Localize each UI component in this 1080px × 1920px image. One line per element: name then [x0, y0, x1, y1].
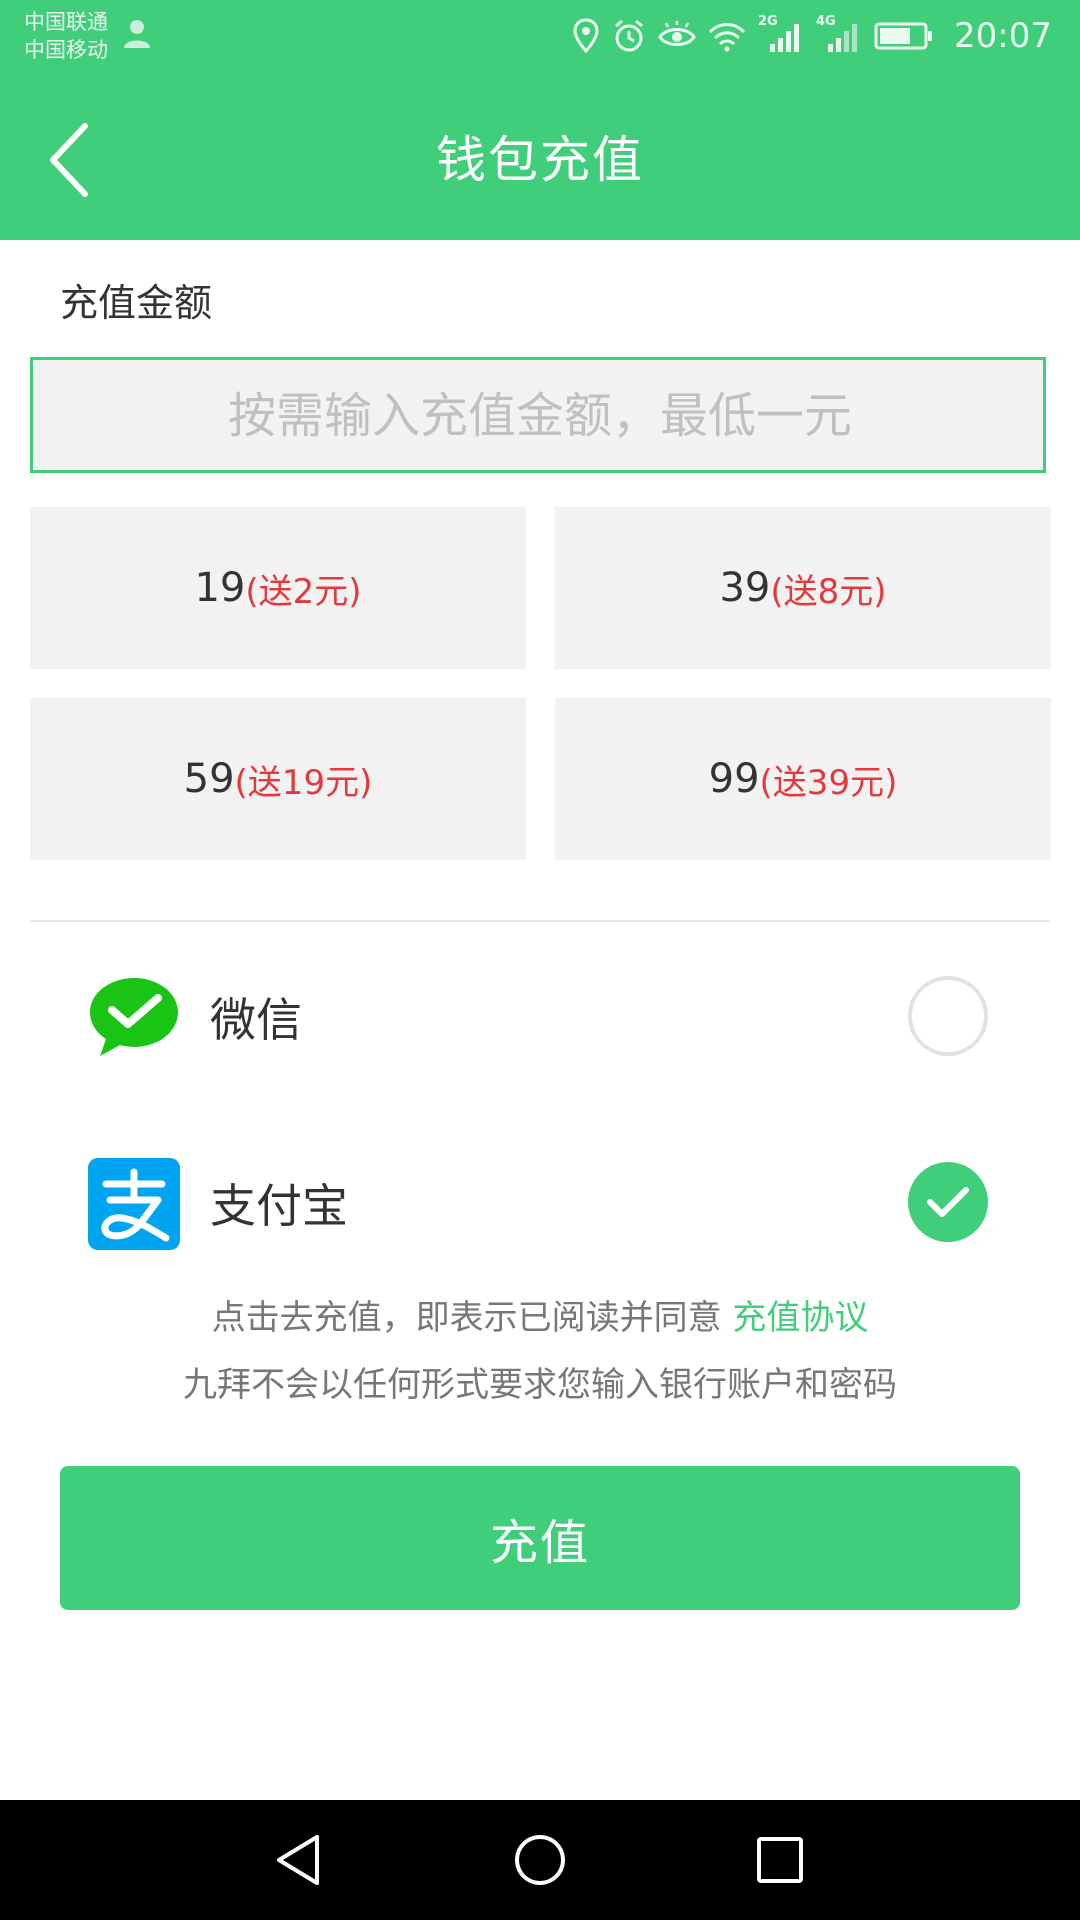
preset-amount-39[interactable]: 39 (送8元): [555, 507, 1051, 669]
security-note: 九拜不会以任何形式要求您输入银行账户和密码: [183, 1365, 897, 1405]
payment-option-wechat[interactable]: 微信: [0, 952, 1080, 1082]
preset-amount: 39: [719, 565, 771, 611]
preset-bonus: (送2元): [245, 571, 362, 612]
eye-icon: [658, 21, 696, 46]
payment-option-alipay[interactable]: 支付宝: [0, 1138, 1080, 1268]
preset-amount: 59: [183, 756, 235, 802]
toolbar: 钱包充值: [0, 72, 1080, 240]
preset-bonus: (送8元): [770, 571, 887, 612]
payment-label-wechat: 微信: [210, 993, 302, 1047]
app-header: 中国联通 中国移动 2G 4G 20:07 钱包充值: [0, 0, 1080, 240]
wifi-icon: [708, 23, 746, 52]
alipay-icon: [88, 1158, 180, 1250]
circle-home-icon: [515, 1835, 565, 1885]
status-icons: 2G 4G 20:07: [572, 14, 1052, 58]
signal-icon: [770, 24, 800, 52]
wechat-icon: [90, 978, 178, 1056]
payment-label-alipay: 支付宝: [210, 1179, 348, 1233]
alarm-icon: [615, 19, 643, 52]
carrier-name-2: 中国移动: [24, 38, 108, 62]
radio-wechat[interactable]: [908, 976, 988, 1056]
preset-amount: 99: [708, 756, 760, 802]
signal-icon: [828, 24, 858, 52]
square-recents-icon: [757, 1837, 803, 1883]
radio-alipay[interactable]: [908, 1162, 988, 1242]
agreement-prefix: 点击去充值，即表示已阅读并同意: [211, 1298, 733, 1338]
status-time: 20:07: [954, 16, 1052, 56]
preset-bonus: (送19元): [234, 762, 373, 803]
preset-amount: 19: [194, 565, 246, 611]
signal-4g: 4G: [816, 14, 862, 54]
preset-bonus: (送39元): [759, 762, 898, 803]
preset-amount-99[interactable]: 99 (送39元): [555, 698, 1051, 860]
carrier-name-1: 中国联通: [24, 10, 108, 34]
amount-input[interactable]: [33, 360, 1047, 472]
amount-label: 充值金额: [60, 281, 213, 325]
location-icon: [573, 18, 599, 54]
carrier-info: 中国联通 中国移动: [24, 8, 108, 64]
preset-amount-19[interactable]: 19 (送2元): [30, 507, 526, 669]
recharge-button[interactable]: 充值: [60, 1466, 1020, 1610]
person-icon: [124, 20, 150, 48]
signal-2g: 2G: [758, 14, 804, 54]
battery-icon: [874, 22, 933, 50]
status-bar: 中国联通 中国移动 2G 4G 20:07: [0, 0, 1080, 72]
nav-recents-button[interactable]: [740, 1824, 820, 1896]
page-title: 钱包充值: [436, 131, 644, 189]
section-divider: [30, 920, 1050, 922]
agreement-link[interactable]: 充值协议: [732, 1298, 868, 1338]
nav-back-button[interactable]: [258, 1824, 338, 1896]
agreement-text: 点击去充值，即表示已阅读并同意 充值协议: [0, 1290, 1080, 1339]
navigation-bar: [0, 1800, 1080, 1920]
preset-amount-59[interactable]: 59 (送19元): [30, 698, 526, 860]
triangle-back-icon: [277, 1835, 319, 1885]
amount-input-box: [30, 357, 1047, 473]
check-icon: [927, 1187, 969, 1217]
nav-home-button[interactable]: [500, 1824, 580, 1896]
